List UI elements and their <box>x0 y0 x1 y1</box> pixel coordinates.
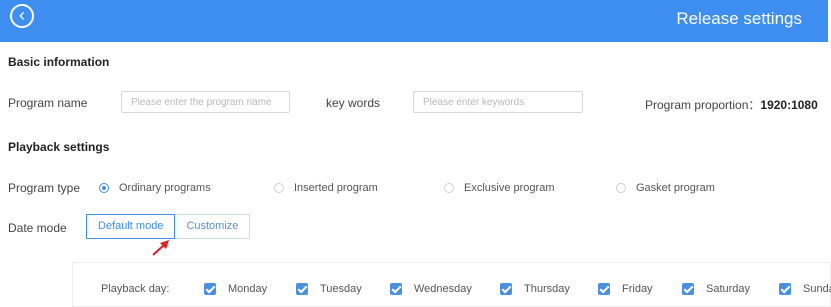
radio-ordinary-programs[interactable]: Ordinary programs <box>99 182 211 194</box>
checkbox-monday[interactable]: Monday <box>204 283 267 295</box>
checkbox-checked-icon <box>390 283 402 295</box>
radio-dot-icon <box>444 183 454 193</box>
proportion-value: 1920:1080 <box>760 98 818 112</box>
radio-inserted-program[interactable]: Inserted program <box>274 182 378 194</box>
checkbox-label: Sunda <box>803 283 831 295</box>
checkbox-label: Tuesday <box>320 283 362 295</box>
checkbox-label: Friday <box>622 283 653 295</box>
playback-day-label: Playback day: <box>101 283 170 295</box>
header-bar: ‹ Release settings <box>0 0 828 42</box>
checkbox-tuesday[interactable]: Tuesday <box>296 283 362 295</box>
program-proportion: Program proportion：1920:1080 <box>645 96 818 113</box>
checkbox-label: Wednesday <box>414 283 472 295</box>
checkbox-checked-icon <box>296 283 308 295</box>
radio-dot-icon <box>274 183 284 193</box>
radio-label: Ordinary programs <box>119 182 211 194</box>
radio-label: Exclusive program <box>464 182 555 194</box>
section-title-basic: Basic information <box>8 55 110 69</box>
radio-dot-icon <box>99 183 109 193</box>
checkbox-checked-icon <box>779 283 791 295</box>
playback-day-panel: Playback day: Monday Tuesday Wednesday T… <box>72 262 831 307</box>
annotation-arrow-icon <box>152 240 169 256</box>
checkbox-friday[interactable]: Friday <box>598 283 653 295</box>
checkbox-checked-icon <box>500 283 512 295</box>
checkbox-sunday[interactable]: Sunda <box>779 283 831 295</box>
radio-exclusive-program[interactable]: Exclusive program <box>444 182 554 194</box>
checkbox-label: Saturday <box>706 283 751 295</box>
proportion-label: Program proportion： <box>645 98 761 112</box>
checkbox-checked-icon <box>682 283 694 295</box>
date-mode-label: Date mode <box>8 221 67 235</box>
page-title: Release settings <box>676 9 802 28</box>
checkbox-thursday[interactable]: Thursday <box>500 283 570 295</box>
radio-dot-icon <box>616 183 626 193</box>
radio-label: Inserted program <box>294 182 378 194</box>
radio-gasket-program[interactable]: Gasket program <box>616 182 715 194</box>
keywords-input[interactable] <box>413 91 583 113</box>
date-mode-toggle: Default mode Customize <box>86 214 251 239</box>
checkbox-label: Thursday <box>524 283 570 295</box>
radio-label: Gasket program <box>636 182 715 194</box>
customize-button[interactable]: Customize <box>175 214 251 239</box>
default-mode-button[interactable]: Default mode <box>86 214 176 239</box>
keywords-label: key words <box>326 96 381 110</box>
checkbox-label: Monday <box>228 283 268 295</box>
back-icon[interactable]: ‹ <box>10 4 34 28</box>
checkbox-checked-icon <box>598 283 610 295</box>
checkbox-wednesday[interactable]: Wednesday <box>390 283 472 295</box>
program-type-label: Program type <box>8 181 81 195</box>
program-name-input[interactable] <box>121 91 290 113</box>
checkbox-saturday[interactable]: Saturday <box>682 283 750 295</box>
checkbox-checked-icon <box>204 283 216 295</box>
program-name-label: Program name <box>8 96 88 110</box>
section-title-playback: Playback settings <box>8 140 110 154</box>
